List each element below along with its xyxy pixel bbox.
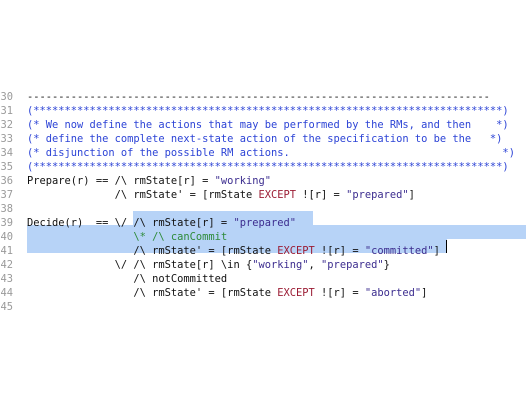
code-text: /\ notCommitted: [27, 272, 227, 286]
code-line[interactable]: 31 (*************************************…: [0, 104, 532, 118]
line-number: 33: [0, 133, 13, 145]
code-line[interactable]: 39 Decide(r) == \/ /\ rmState[r] = "prepa…: [0, 216, 532, 230]
line-number: 38: [0, 203, 13, 215]
code-text: /\ rmState' = [rmState EXCEPT ![r] = "co…: [27, 244, 440, 258]
code-token: ![r] =: [314, 287, 365, 299]
code-token: "prepared": [233, 217, 297, 229]
code-token: (***************************************…: [27, 161, 509, 173]
code-token: ]: [408, 189, 415, 201]
line-number: 35: [0, 161, 13, 173]
line-number: 37: [0, 189, 13, 201]
code-token: "aborted": [364, 287, 422, 299]
code-token: "committed": [364, 245, 434, 257]
line-number: 42: [0, 259, 13, 271]
code-text: ----------------------------------------…: [27, 90, 490, 104]
line-number: 34: [0, 147, 13, 159]
code-text: (* define the complete next-state action…: [27, 132, 502, 146]
code-token: ![r] =: [296, 189, 347, 201]
line-number: 45: [0, 301, 13, 313]
line-number: 39: [0, 217, 13, 229]
code-text: Decide(r) == \/ /\ rmState[r] = "prepare…: [27, 216, 296, 230]
code-line[interactable]: 35 (*************************************…: [0, 160, 532, 174]
code-text: \/ /\ rmState[r] \in {"working", "prepar…: [27, 258, 390, 272]
line-number: 43: [0, 273, 13, 285]
code-line[interactable]: 32 (* We now define the actions that may …: [0, 118, 532, 132]
code-token: ,: [308, 259, 322, 271]
code-text: Prepare(r) == /\ rmState[r] = "working": [27, 174, 271, 188]
code-text: (***************************************…: [27, 160, 509, 174]
code-line[interactable]: 42 \/ /\ rmState[r] \in {"working", "pre…: [0, 258, 532, 272]
code-token: ----------------------------------------…: [27, 91, 490, 103]
line-number: 41: [0, 245, 13, 257]
code-token: EXCEPT: [277, 287, 315, 299]
code-line[interactable]: 36 Prepare(r) == /\ rmState[r] = "working…: [0, 174, 532, 188]
code-line[interactable]: 30 --------------------------------------…: [0, 90, 532, 104]
code-line[interactable]: 41 /\ rmState' = [rmState EXCEPT ![r] = …: [0, 244, 532, 258]
code-text: (* disjunction of the possible RM action…: [27, 146, 515, 160]
code-token: /\ rmState' = [rmState: [27, 245, 278, 257]
code-token: "working": [252, 259, 309, 271]
code-text: (* We now define the actions that may be…: [27, 118, 509, 132]
code-editor[interactable]: 30 --------------------------------------…: [0, 0, 532, 400]
code-line[interactable]: 37 /\ rmState' = [rmState EXCEPT ![r] = …: [0, 188, 532, 202]
code-token: "working": [214, 175, 271, 187]
code-token: /\ rmState' = [rmState: [27, 189, 259, 201]
line-number: 30: [0, 91, 13, 103]
code-line[interactable]: 45: [0, 300, 532, 314]
code-text: (***************************************…: [27, 104, 509, 118]
line-number: 32: [0, 119, 13, 131]
code-token: /\ notCommitted: [27, 273, 228, 285]
code-token: ![r] =: [314, 245, 365, 257]
line-number: 36: [0, 175, 13, 187]
code-token: EXCEPT: [277, 245, 315, 257]
code-token: (* define the complete next-state action…: [27, 133, 503, 145]
code-token: \/ /\ rmState[r] \in {: [27, 259, 253, 271]
code-line[interactable]: 38: [0, 202, 532, 216]
code-token: "prepared": [346, 189, 409, 201]
code-text: /\ rmState' = [rmState EXCEPT ![r] = "ab…: [27, 286, 427, 300]
line-number: 44: [0, 287, 13, 299]
code-line[interactable]: 43 /\ notCommitted: [0, 272, 532, 286]
line-number: 31: [0, 105, 13, 117]
code-token: \* /\ canCommit: [133, 231, 228, 243]
code-text: /\ rmState' = [rmState EXCEPT ![r] = "pr…: [27, 188, 415, 202]
code-token: Prepare(r) == /\ rmState[r] =: [27, 175, 215, 187]
code-line[interactable]: 44 /\ rmState' = [rmState EXCEPT ![r] = …: [0, 286, 532, 300]
code-token: (* disjunction of the possible RM action…: [27, 147, 515, 159]
code-token: Decide(r) == \/ /\ rmState[r] =: [27, 217, 234, 229]
code-text: \* /\ canCommit: [27, 230, 227, 244]
code-token: ]: [421, 287, 428, 299]
code-line[interactable]: 34 (* disjunction of the possible RM acti…: [0, 146, 532, 160]
code-token: (* We now define the actions that may be…: [27, 119, 509, 131]
code-token: /\ rmState' = [rmState: [27, 287, 278, 299]
code-line[interactable]: 40 \* /\ canCommit: [0, 230, 532, 244]
code-token: "prepared": [321, 259, 384, 271]
code-token: (***************************************…: [27, 105, 509, 117]
line-number: 40: [0, 231, 13, 243]
code-line[interactable]: 33 (* define the complete next-state acti…: [0, 132, 532, 146]
code-token: }: [383, 259, 390, 271]
code-token: EXCEPT: [258, 189, 297, 201]
code-token: ]: [433, 245, 440, 257]
